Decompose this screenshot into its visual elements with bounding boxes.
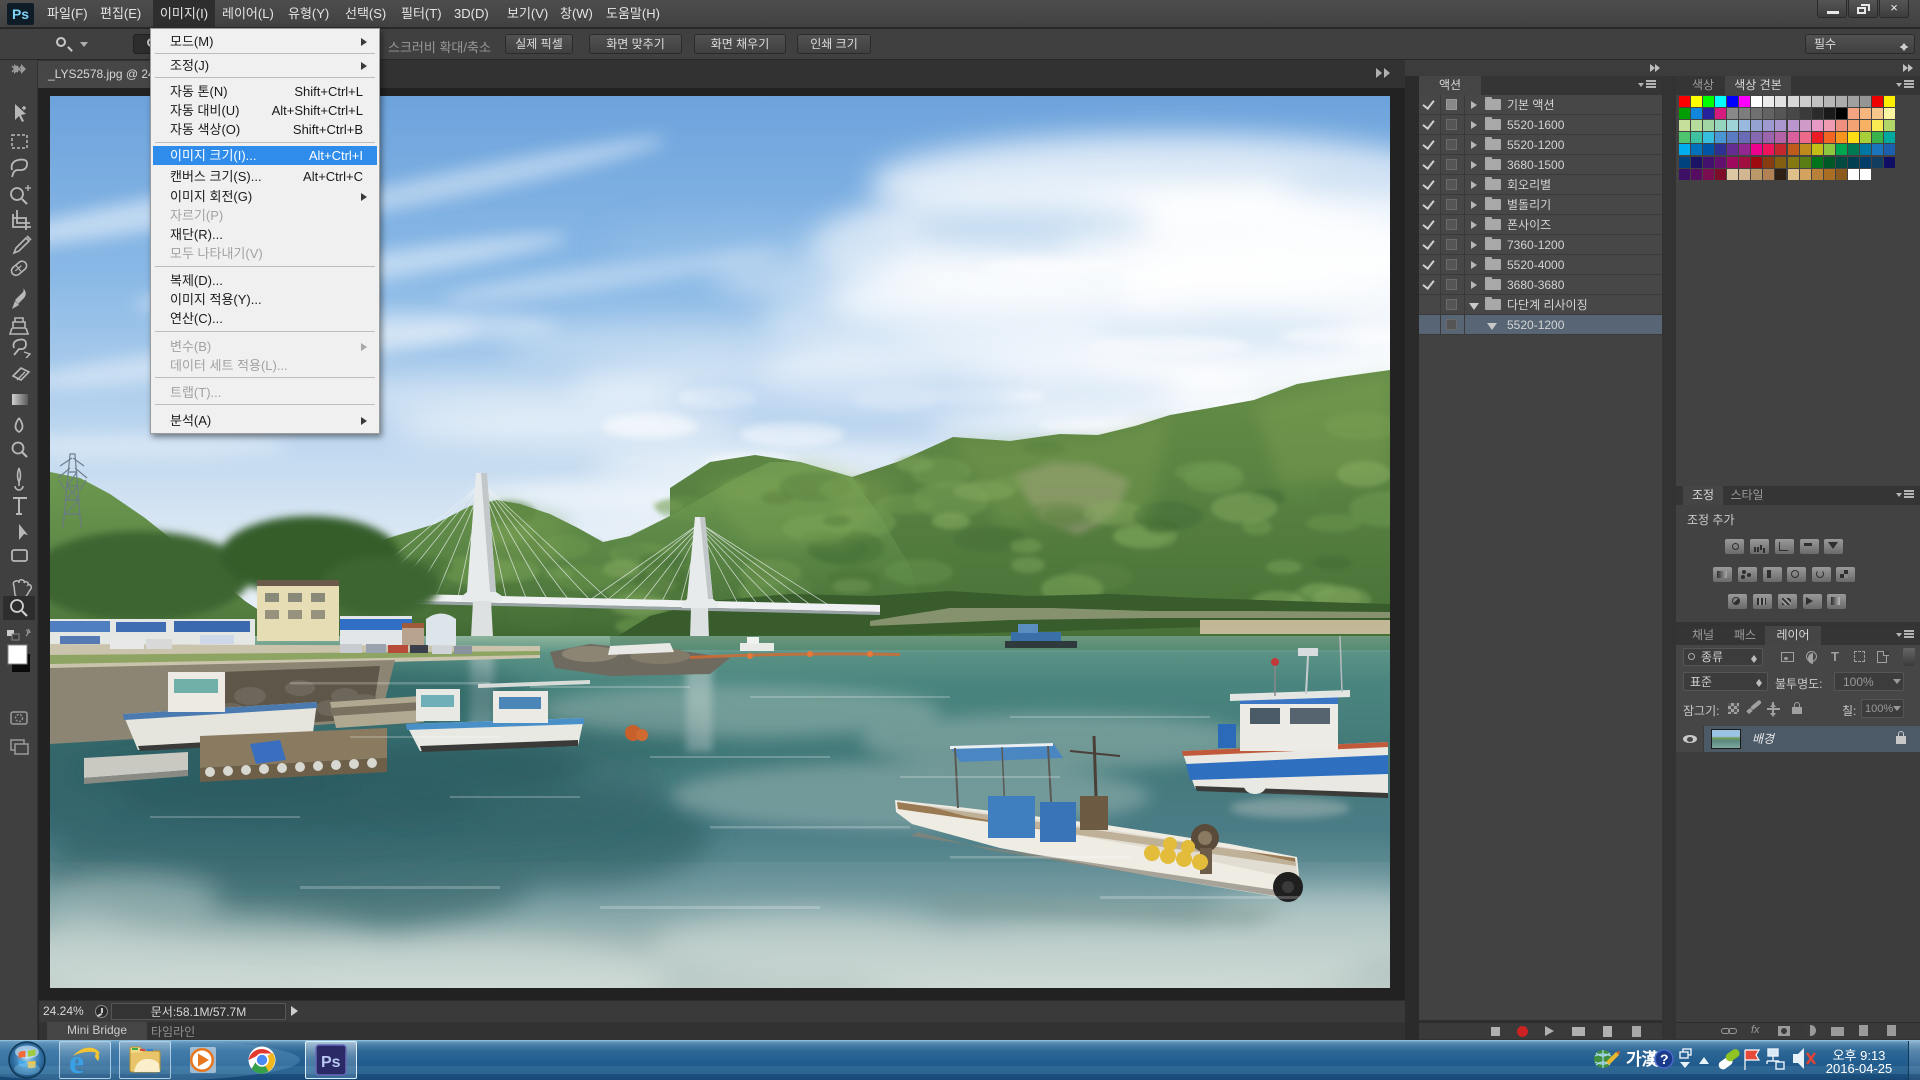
svg-text:e: e (69, 1044, 84, 1076)
svg-text:?: ? (1660, 1051, 1669, 1067)
svg-text:Ps: Ps (321, 1054, 341, 1071)
